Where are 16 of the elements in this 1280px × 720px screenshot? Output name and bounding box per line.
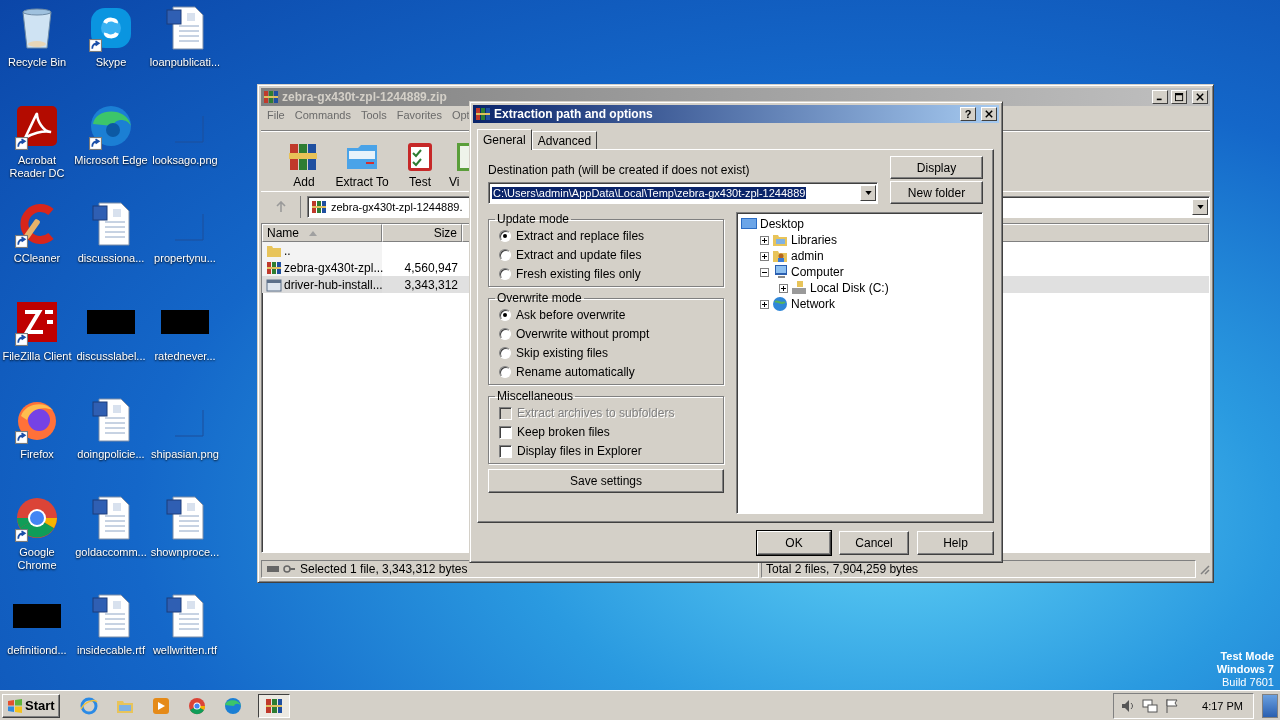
os-watermark-text: Windows 7 [1216, 663, 1274, 676]
field-label: Destination path (will be created if does not exist) [488, 163, 751, 177]
file-name: driver-hub-install... [284, 277, 383, 292]
group-label: Update mode [496, 212, 571, 226]
group-label: Overwrite mode [496, 291, 583, 305]
os-watermark-text: Build 7601 [1222, 676, 1274, 689]
os-watermark-text: Test Mode [1220, 650, 1274, 663]
file-name: zebra-gx430t-zpl... [284, 260, 384, 275]
file-name: .. [284, 243, 291, 258]
window-title: Extraction path and options [494, 107, 653, 121]
status-text: Total 2 files, 7,904,259 bytes [766, 562, 919, 576]
group-label: Miscellaneous [496, 389, 575, 403]
file-size: 3,343,312 [404, 277, 458, 292]
file-size: 4,560,947 [404, 260, 458, 275]
window-title: zebra-gx430t-zpl-1244889.zip [282, 90, 447, 104]
status-text: Selected 1 file, 3,343,312 bytes [300, 562, 468, 576]
